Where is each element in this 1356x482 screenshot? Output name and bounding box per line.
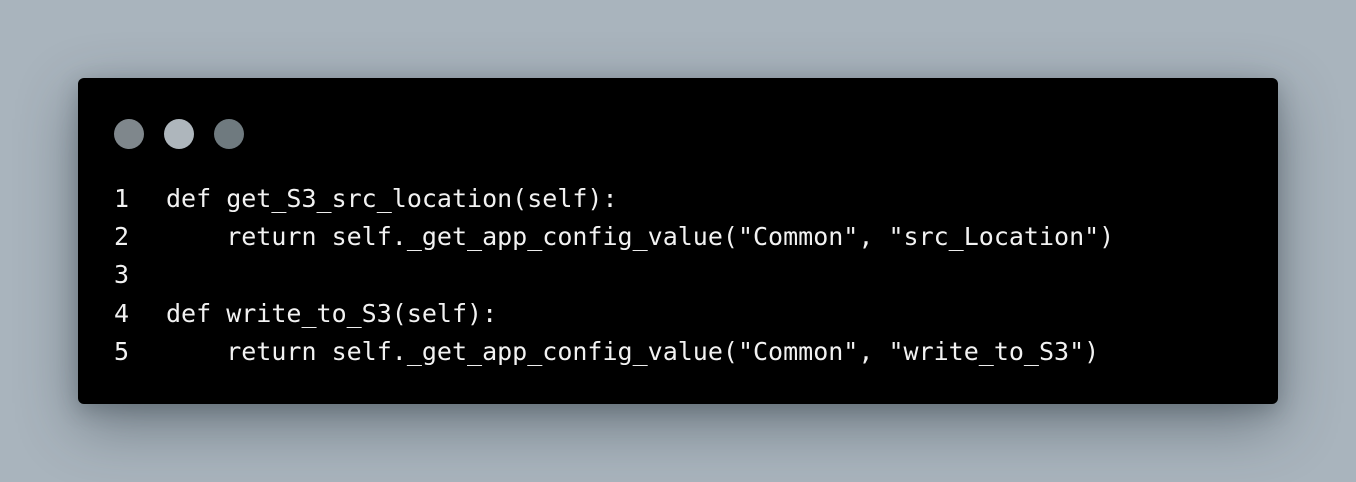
line-text: return self._get_app_config_value("Commo… xyxy=(166,222,1115,252)
window-dot-1 xyxy=(114,119,144,149)
code-line: 5 return self._get_app_config_value("Com… xyxy=(114,333,1114,371)
line-number: 5 xyxy=(114,336,130,366)
window-dot-2 xyxy=(164,119,194,149)
line-number: 2 xyxy=(114,222,130,252)
line-number: 3 xyxy=(114,260,130,290)
line-text: def write_to_S3(self): xyxy=(166,298,498,328)
code-window: 1 def get_S3_src_location(self): 2 retur… xyxy=(78,78,1278,404)
code-line: 1 def get_S3_src_location(self): xyxy=(114,180,1114,218)
line-number: 4 xyxy=(114,298,130,328)
code-line: 4 def write_to_S3(self): xyxy=(114,295,1114,333)
window-controls xyxy=(114,119,244,149)
line-text: return self._get_app_config_value("Commo… xyxy=(166,336,1100,366)
line-number: 1 xyxy=(114,184,130,213)
line-text: def get_S3_src_location(self): xyxy=(166,184,618,213)
code-line: 2 return self._get_app_config_value("Com… xyxy=(114,218,1114,256)
code-line: 3 xyxy=(114,256,1114,294)
code-block: 1 def get_S3_src_location(self): 2 retur… xyxy=(114,180,1114,371)
window-dot-3 xyxy=(214,119,244,149)
